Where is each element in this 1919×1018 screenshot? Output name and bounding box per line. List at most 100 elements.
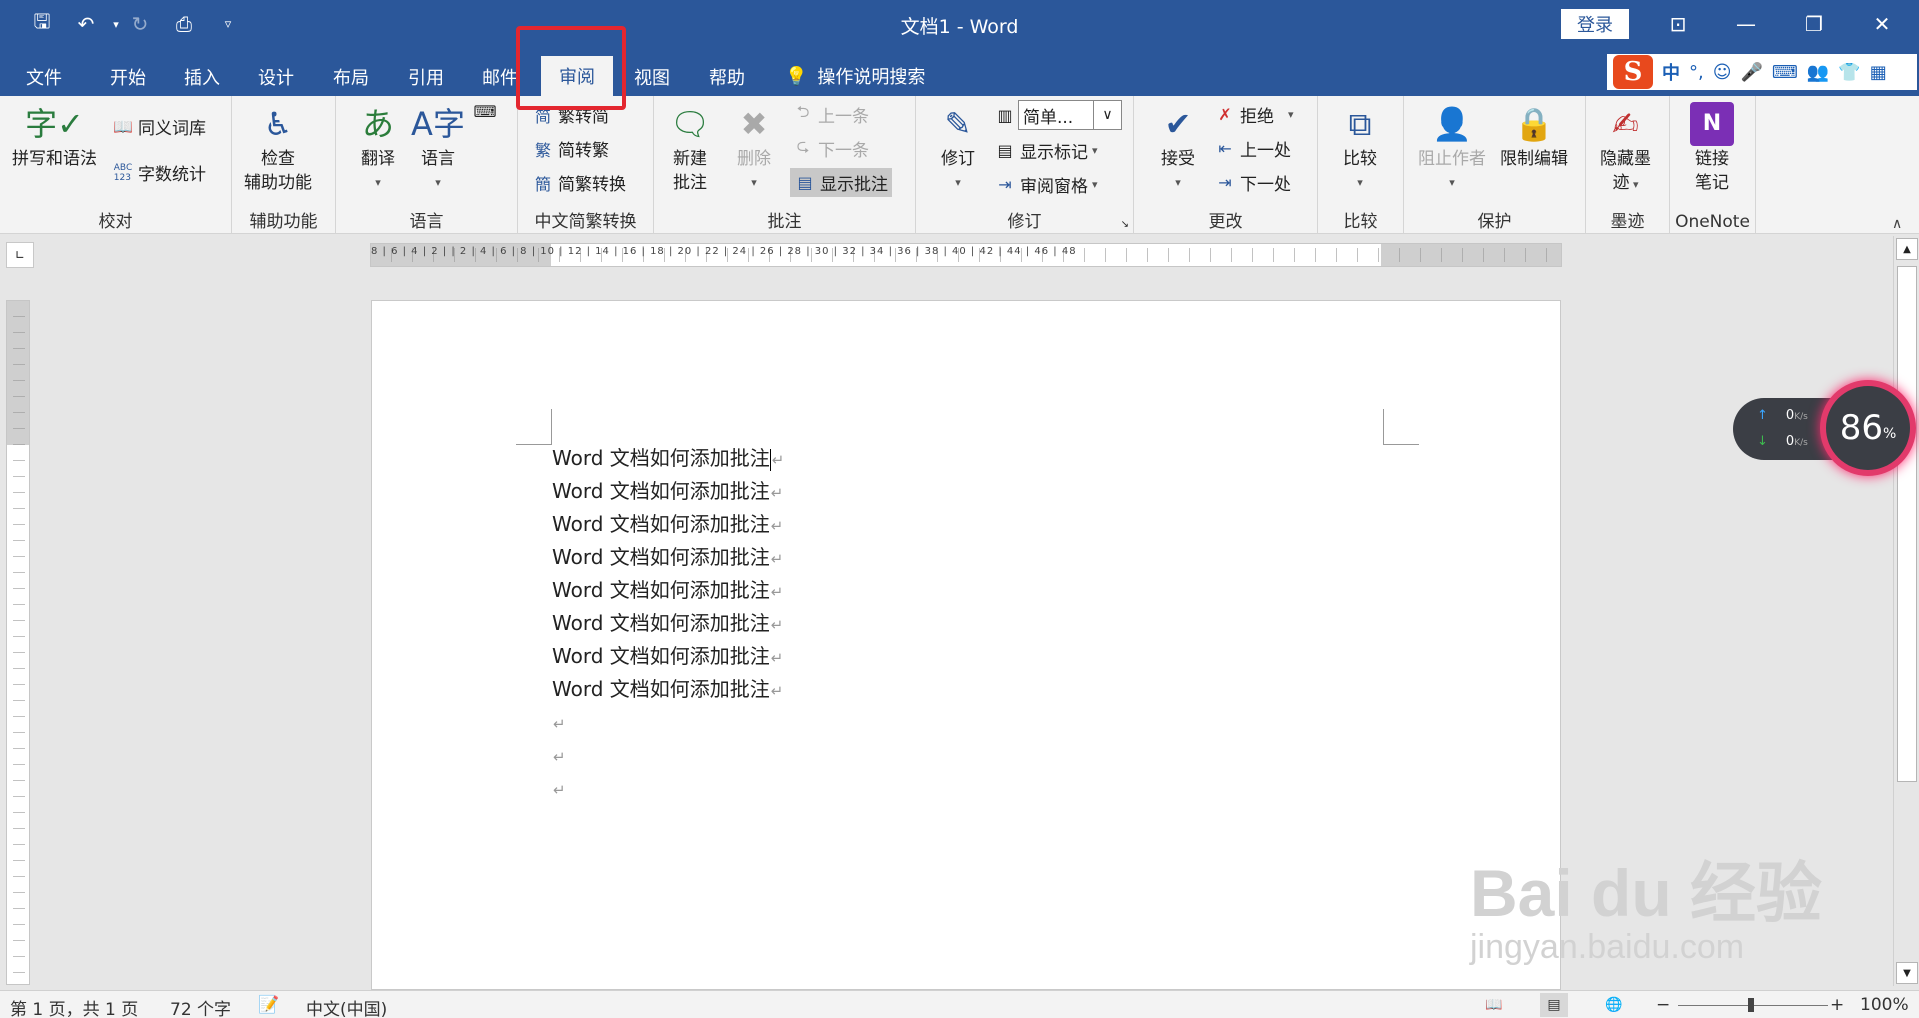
collapse-ribbon-icon[interactable]: ∧ [1892, 216, 1902, 232]
tab-view[interactable]: 视图 [622, 58, 682, 96]
grid-icon[interactable]: ▦ [1870, 62, 1887, 83]
word-count[interactable]: 72 个字 [170, 995, 231, 1018]
empty-paragraph[interactable]: ↵ [552, 773, 784, 806]
minimize-icon[interactable]: — [1712, 0, 1780, 48]
keyboard-icon[interactable]: ⌨ [1772, 62, 1798, 83]
accept-button[interactable]: ✔ 接受 ▾ [1156, 102, 1200, 194]
vertical-ruler[interactable] [6, 300, 30, 985]
to-traditional-button[interactable]: 繁 简转繁 [532, 136, 609, 162]
ribbon-display-icon[interactable]: ⊡ [1644, 0, 1712, 48]
track-changes-button[interactable]: ✎ 修订 ▾ [936, 102, 980, 194]
spelling-check-icon: 字✓ [25, 105, 84, 143]
language-button[interactable]: A字 语言 ▾ [411, 102, 465, 194]
word-count-button[interactable]: ABC 123 字数统计 [112, 160, 206, 186]
restrict-editing-button[interactable]: 🔒 限制编辑 [1500, 102, 1568, 170]
hide-ink-button[interactable]: ✍ 隐藏墨 迹 ▾ [1600, 102, 1651, 196]
convert-icon: 簡 [534, 174, 551, 194]
reviewing-pane-button[interactable]: ⇥ 审阅窗格 ▾ [994, 172, 1097, 197]
next-comment-button[interactable]: ⮎ 下一条 [792, 136, 869, 161]
skin-icon[interactable]: 👕 [1838, 62, 1860, 83]
login-button[interactable]: 登录 [1561, 9, 1629, 39]
tab-references[interactable]: 引用 [396, 58, 456, 96]
zoom-slider[interactable] [1678, 998, 1828, 1012]
paragraph[interactable]: Word 文档如何添加批注↵ [552, 443, 784, 476]
tab-help[interactable]: 帮助 [697, 58, 757, 96]
user-icon[interactable]: 👥 [1807, 62, 1829, 83]
ime-pad-button[interactable]: ⌨ [473, 100, 496, 122]
markup-select[interactable]: 简单... ∨ [1018, 100, 1122, 130]
group-label-protect: 保护 [1477, 212, 1512, 232]
emoji-icon[interactable]: ☺ [1713, 62, 1732, 83]
chevron-down-icon[interactable]: ∨ [1093, 101, 1121, 129]
chinese-convert-button[interactable]: 簡 简繁转换 [532, 170, 626, 196]
zoom-in-button[interactable]: + [1830, 995, 1844, 1015]
paragraph[interactable]: Word 文档如何添加批注↵ [552, 476, 784, 509]
paragraph-mark: ↵ [770, 682, 784, 700]
tab-home[interactable]: 开始 [98, 58, 158, 96]
markup-icon-button[interactable]: ▥ [994, 104, 1016, 126]
previous-comment-button[interactable]: ⮌ 上一条 [792, 102, 869, 127]
linked-notes-button[interactable]: N 链接 笔记 [1690, 102, 1734, 194]
spelling-grammar-button[interactable]: 字✓ 拼写和语法 [12, 102, 97, 170]
to-simplified-button[interactable]: 简 繁转简 [532, 102, 609, 128]
print-layout-icon[interactable]: ▤ [1540, 993, 1568, 1017]
document-body[interactable]: Word 文档如何添加批注 ↵ Word 文档如何添加批注↵ Word 文档如何添… [552, 443, 784, 806]
scroll-thumb[interactable] [1897, 266, 1917, 782]
vertical-scrollbar[interactable]: ▲ ▼ [1893, 236, 1919, 986]
thesaurus-button[interactable]: 📖 同义词库 [112, 114, 206, 139]
compare-button[interactable]: ⧉ 比较 ▾ [1338, 102, 1382, 194]
previous-change-button[interactable]: ⇤ 上一处 [1214, 136, 1291, 161]
tab-mailings[interactable]: 邮件 [470, 58, 530, 96]
group-label-onenote: OneNote [1675, 212, 1750, 232]
block-authors-button[interactable]: 👤 阻止作者 ▾ [1418, 102, 1486, 194]
paragraph[interactable]: Word 文档如何添加批注↵ [552, 674, 784, 707]
tab-selector[interactable]: ∟ [6, 242, 34, 268]
zoom-slider-thumb[interactable] [1748, 998, 1754, 1012]
document-page[interactable]: Word 文档如何添加批注 ↵ Word 文档如何添加批注↵ Word 文档如何添… [371, 300, 1561, 990]
tab-insert[interactable]: 插入 [172, 58, 232, 96]
scroll-down-icon[interactable]: ▼ [1896, 962, 1918, 984]
web-layout-icon[interactable]: 🌐 [1600, 993, 1628, 1017]
close-icon[interactable]: ✕ [1848, 0, 1916, 48]
show-comments-button[interactable]: ▤ 显示批注 [790, 168, 892, 197]
download-arrow-icon: ↓ [1757, 434, 1768, 449]
dialog-launcher-icon[interactable]: ↘ [1121, 219, 1129, 230]
empty-paragraph[interactable]: ↵ [552, 740, 784, 773]
proofing-status-icon[interactable]: 📝 [258, 995, 279, 1015]
next-change-button[interactable]: ⇥ 下一处 [1214, 170, 1291, 195]
paragraph[interactable]: Word 文档如何添加批注↵ [552, 575, 784, 608]
reject-button[interactable]: ✗ 拒绝 ▾ [1214, 102, 1293, 127]
reject-icon: ✗ [1218, 105, 1232, 124]
scroll-up-icon[interactable]: ▲ [1896, 238, 1918, 260]
microphone-icon[interactable]: 🎤 [1741, 62, 1763, 83]
zoom-out-button[interactable]: − [1656, 995, 1670, 1015]
show-markup-button[interactable]: ▤ 显示标记 ▾ [994, 138, 1097, 163]
restore-icon[interactable]: ❐ [1780, 0, 1848, 48]
onenote-icon: N [1690, 102, 1734, 146]
tab-design[interactable]: 设计 [246, 58, 306, 96]
translate-button[interactable]: あ 翻译 ▾ [356, 102, 400, 194]
read-mode-icon[interactable]: 📖 [1480, 993, 1508, 1017]
horizontal-ruler[interactable]: 8 | 6 | 4 | 2 | | 2 | 4 | 6 | 8 | 10 | 1… [370, 243, 1562, 267]
zoom-level[interactable]: 100% [1860, 995, 1909, 1015]
tab-file[interactable]: 文件 [14, 58, 74, 96]
delete-comment-button[interactable]: ✖ 删除 ▾ [732, 102, 776, 194]
paragraph[interactable]: Word 文档如何添加批注↵ [552, 509, 784, 542]
paragraph[interactable]: Word 文档如何添加批注↵ [552, 608, 784, 641]
paragraph[interactable]: Word 文档如何添加批注↵ [552, 641, 784, 674]
ime-language[interactable]: 中 [1662, 59, 1680, 85]
paragraph[interactable]: Word 文档如何添加批注↵ [552, 542, 784, 575]
language-status[interactable]: 中文(中国) [306, 995, 387, 1018]
new-comment-button[interactable]: 🗨 新建 批注 [668, 102, 712, 194]
tab-review[interactable]: 审阅 [541, 56, 613, 96]
check-accessibility-button[interactable]: ♿ 检查 辅助功能 [244, 102, 312, 194]
download-rate: ↓ 0K/s [1757, 434, 1808, 449]
page-count[interactable]: 第 1 页，共 1 页 [10, 995, 138, 1018]
empty-paragraph[interactable]: ↵ [552, 707, 784, 740]
ime-punctuation[interactable]: °, [1689, 62, 1704, 83]
sogou-logo-icon[interactable]: S [1613, 55, 1653, 89]
block-authors-icon: 👤 [1432, 105, 1472, 143]
memory-usage-gauge[interactable]: 86% [1820, 380, 1916, 476]
tab-layout[interactable]: 布局 [321, 58, 381, 96]
tell-me-search[interactable]: 💡 操作说明搜索 [785, 58, 925, 94]
